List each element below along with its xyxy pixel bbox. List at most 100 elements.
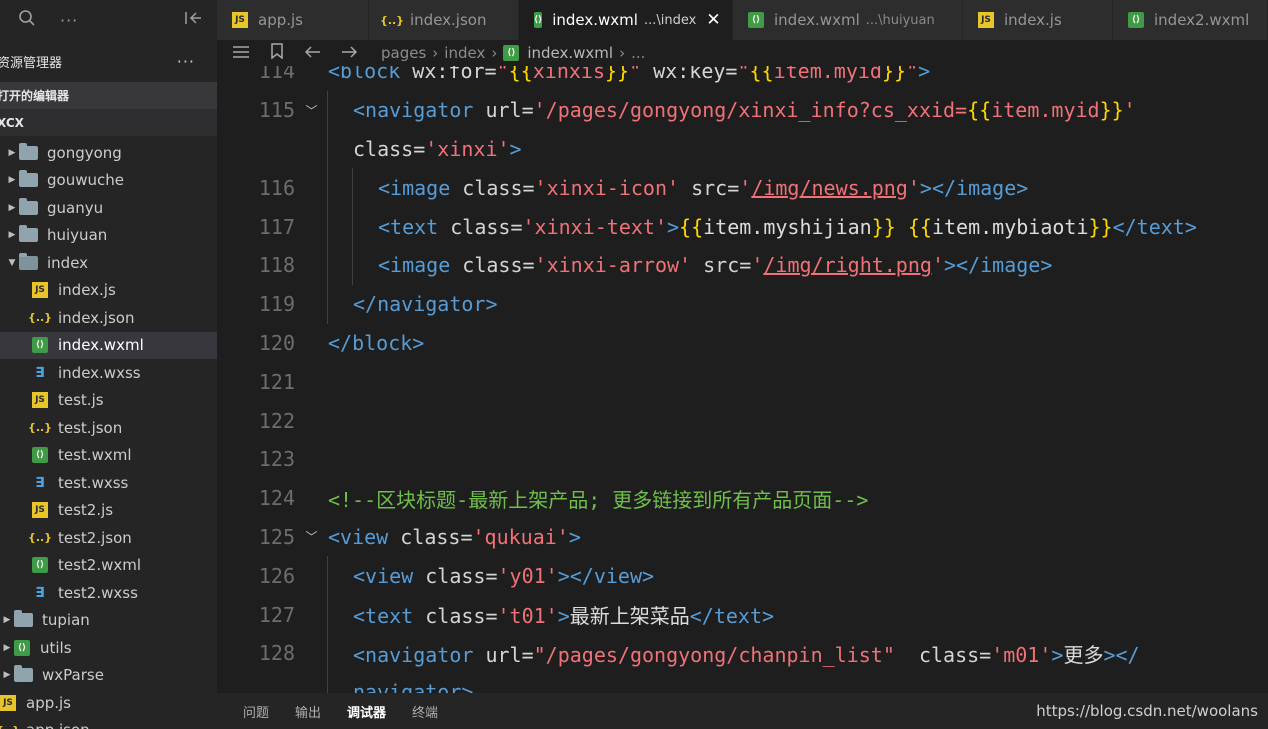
tree-folder[interactable]: ▶ ⟨⟩ utils xyxy=(0,634,217,662)
back-arrow-icon[interactable] xyxy=(301,44,325,62)
tree-item-label: test2.wxml xyxy=(58,556,142,575)
forward-arrow-icon[interactable] xyxy=(337,44,361,62)
code-token: item.myid xyxy=(991,98,1100,123)
more-icon[interactable]: ··· xyxy=(60,11,78,30)
wxss-file-icon: ∃ xyxy=(35,364,45,381)
tree-file[interactable]: ∃ test.wxss xyxy=(0,469,217,497)
folder-open-icon xyxy=(19,252,38,270)
tab-index-json[interactable]: {..} index.json xyxy=(369,0,519,40)
code-token: }} xyxy=(1088,214,1113,239)
line-number: 123 xyxy=(258,447,295,472)
project-section[interactable]: XCX xyxy=(0,109,217,136)
chevron-right-icon: ▶ xyxy=(3,670,11,681)
wxml-file-icon: ⟨⟩ xyxy=(32,337,48,354)
collapse-sidebar-icon[interactable] xyxy=(183,10,203,30)
fold-chevron-icon[interactable]: ﹀ xyxy=(295,102,328,119)
tree-file[interactable]: ∃ index.wxss xyxy=(0,359,217,387)
tree-folder[interactable]: ▶ gouwuche xyxy=(0,167,217,195)
bookmark-icon[interactable] xyxy=(265,43,289,63)
code-token: ></image> xyxy=(919,175,1029,200)
wxss-file-icon: ∃ xyxy=(35,474,45,491)
panel-tab-1[interactable]: 输出 xyxy=(295,702,321,721)
tree-folder[interactable]: ▶ tupian xyxy=(0,607,217,635)
explorer-more-button[interactable]: ··· xyxy=(177,52,195,71)
chevron-right-icon: › xyxy=(619,44,626,62)
tree-folder[interactable]: ▼ index xyxy=(0,249,217,277)
code-token: 't01' xyxy=(497,604,558,629)
js-file-icon: JS xyxy=(978,12,994,28)
tree-file[interactable]: {..} index.json xyxy=(0,304,217,332)
code-token: <navigator xyxy=(353,642,486,667)
tree-file[interactable]: {..} test2.json xyxy=(0,524,217,552)
tab-index-js[interactable]: JS index.js xyxy=(963,0,1113,40)
indent-guide xyxy=(327,556,328,596)
tree-file[interactable]: ∃ test2.wxss xyxy=(0,579,217,607)
tree-file[interactable]: JS test2.js xyxy=(0,497,217,525)
line-number: 128 xyxy=(258,641,295,666)
code-text: class='xinxi'> xyxy=(353,137,522,161)
code-editor[interactable]: 114 <block wx:for="{{xinxis}}" wx:key="{{… xyxy=(217,66,1268,693)
code-text: <text class='xinxi-text'>{{item.myshijia… xyxy=(378,215,1197,239)
fold-chevron-icon[interactable]: ﹀ xyxy=(295,528,328,545)
code-text: <view class='y01'></view> xyxy=(353,564,654,588)
tree-file[interactable]: JS app.js xyxy=(0,689,217,717)
tab-app-js[interactable]: JS app.js xyxy=(217,0,369,40)
code-token: ></ xyxy=(1103,642,1140,667)
code-token: 最新上架菜品 xyxy=(569,604,690,629)
tree-file[interactable]: {..} test.json xyxy=(0,414,217,442)
panel-tab-2[interactable]: 调试器 xyxy=(347,702,386,721)
code-text: <image class='xinxi-icon' src='/img/news… xyxy=(378,176,1028,200)
breadcrumb-pages[interactable]: pages xyxy=(381,44,426,62)
breadcrumb-file[interactable]: index.wxml xyxy=(527,44,613,62)
code-token: </block> xyxy=(328,330,425,355)
code-token: }} xyxy=(871,214,896,239)
line-number: 117 xyxy=(258,214,295,239)
code-token: " xyxy=(906,66,919,84)
tree-folder[interactable]: ▶ guanyu xyxy=(0,194,217,222)
tab-description: ...\huiyuan xyxy=(865,12,935,28)
close-icon[interactable]: ✕ xyxy=(706,10,720,30)
code-token: class= xyxy=(425,563,498,588)
line-number: 121 xyxy=(258,369,295,394)
code-token: class= xyxy=(450,214,523,239)
explorer-sidebar: ··· 资源管理器 ··· 打开的编辑器 XCX ▶ gongyong ▶ gouwu… xyxy=(0,0,217,729)
code-token: <view xyxy=(353,563,426,588)
tree-file[interactable]: ⟨⟩ test2.wxml xyxy=(0,552,217,580)
tree-file[interactable]: {..} app.json xyxy=(0,717,217,729)
project-label: XCX xyxy=(0,115,24,130)
tab-index-wxml[interactable]: ⟨⟩ index.wxml ...\huiyuan xyxy=(733,0,963,40)
tree-folder[interactable]: ▶ gongyong xyxy=(0,139,217,167)
tree-file[interactable]: ⟨⟩ index.wxml xyxy=(0,331,217,359)
search-icon[interactable] xyxy=(18,9,36,31)
tab-index2-wxml[interactable]: ⟨⟩ index2.wxml xyxy=(1113,0,1268,40)
code-text: <navigator url="/pages/gongyong/chanpin_… xyxy=(353,639,1140,668)
wxml-file-icon: ⟨⟩ xyxy=(32,447,48,464)
code-token: <!--区块标题-最新上架产品; 更多链接到所有产品页面--> xyxy=(328,487,869,512)
json-file-icon: {..} xyxy=(27,531,53,545)
panel-tab-3[interactable]: 终端 xyxy=(412,702,438,721)
panel-tab-0[interactable]: 问题 xyxy=(243,702,269,721)
tree-file[interactable]: ⟨⟩ test.wxml xyxy=(0,442,217,470)
code-token: <text xyxy=(353,604,426,629)
code-token: ' xyxy=(739,175,752,200)
open-editors-label: 打开的编辑器 xyxy=(0,89,70,103)
tree-file[interactable]: JS test.js xyxy=(0,387,217,415)
tree-folder[interactable]: ▶ wxParse xyxy=(0,662,217,690)
open-editors-section[interactable]: 打开的编辑器 xyxy=(0,82,217,109)
json-file-icon: {..} xyxy=(27,421,53,435)
tree-folder[interactable]: ▶ huiyuan xyxy=(0,222,217,250)
code-line: 124 <!--区块标题-最新上架产品; 更多链接到所有产品页面--> xyxy=(217,479,1268,518)
json-file-icon: {..} xyxy=(379,13,405,27)
code-token: navigator> xyxy=(353,680,474,693)
line-number: 115 xyxy=(258,98,295,123)
breadcrumb-more[interactable]: ... xyxy=(631,44,645,62)
breadcrumb-index[interactable]: index xyxy=(444,44,485,62)
code-text: <navigator url='/pages/gongyong/xinxi_in… xyxy=(353,98,1136,122)
code-lines: 114 <block wx:for="{{xinxis}}" wx:key="{{… xyxy=(217,66,1268,693)
list-icon[interactable] xyxy=(229,44,253,62)
code-token: ' xyxy=(1123,98,1136,123)
folder-icon xyxy=(14,665,33,683)
tab-index-wxml[interactable]: ⟨⟩ index.wxml ...\index ✕ xyxy=(519,0,733,40)
breadcrumb-bar: pages › index › ⟨⟩ index.wxml › ... xyxy=(217,40,1268,66)
tree-file[interactable]: JS index.js xyxy=(0,277,217,305)
